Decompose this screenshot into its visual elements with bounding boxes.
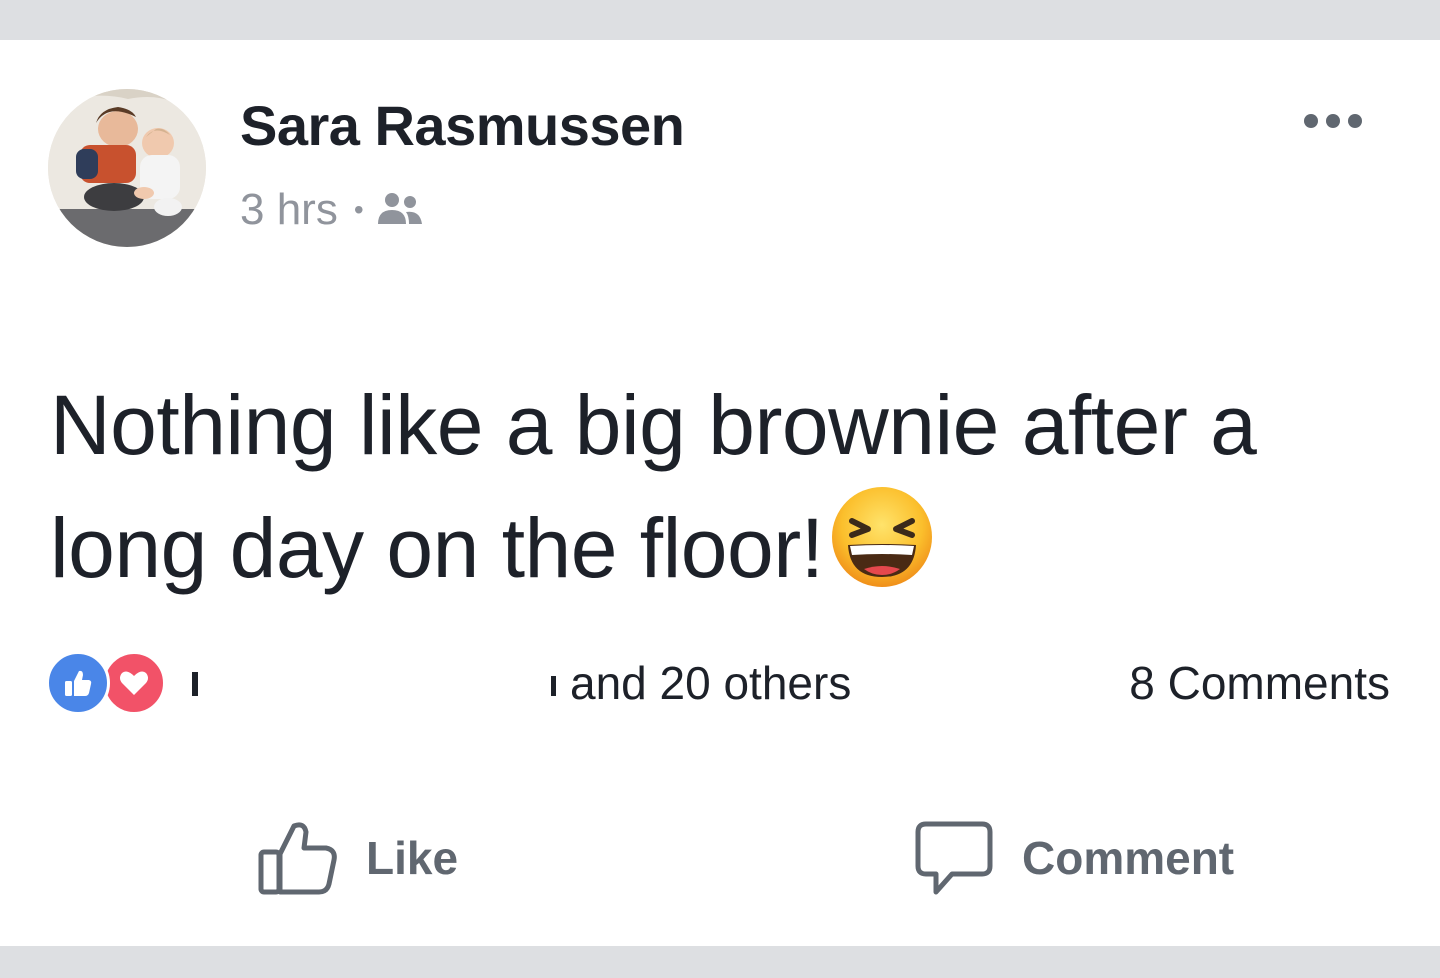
meta-separator: • — [353, 194, 364, 225]
thumbs-up-icon — [256, 818, 340, 898]
comments-count[interactable]: 8 Comments — [1129, 657, 1390, 709]
avatar-photo — [48, 89, 206, 247]
like-button[interactable]: Like — [256, 816, 458, 900]
friends-icon[interactable] — [376, 190, 426, 230]
comment-label: Comment — [1022, 832, 1235, 884]
like-reaction-icon — [46, 651, 110, 715]
more-dot — [1304, 114, 1318, 128]
more-dot — [1326, 114, 1340, 128]
love-reaction-icon — [102, 651, 166, 715]
post-card: Sara Rasmussen 3 hrs • Nothing like a bi… — [0, 40, 1440, 946]
speech-bubble-icon — [912, 816, 996, 900]
grinning-squinting-face-emoji — [830, 485, 934, 620]
post-meta: 3 hrs • — [240, 182, 426, 238]
post-text-content: Nothing like a big brownie after a long … — [50, 378, 1257, 595]
reaction-summary[interactable]: and 20 others — [184, 657, 852, 709]
like-label: Like — [366, 832, 459, 884]
reaction-icons[interactable] — [46, 650, 166, 716]
more-dot — [1348, 114, 1362, 128]
more-options-icon[interactable] — [1290, 102, 1376, 140]
avatar[interactable] — [48, 89, 206, 247]
comment-button[interactable]: Comment — [912, 816, 1234, 900]
post-text: Nothing like a big brownie after a long … — [50, 365, 1410, 620]
reaction-summary-suffix: and 20 others — [570, 657, 852, 709]
post-time[interactable]: 3 hrs — [240, 185, 338, 235]
author-name[interactable]: Sara Rasmussen — [240, 92, 685, 159]
redacted-names — [188, 658, 564, 708]
